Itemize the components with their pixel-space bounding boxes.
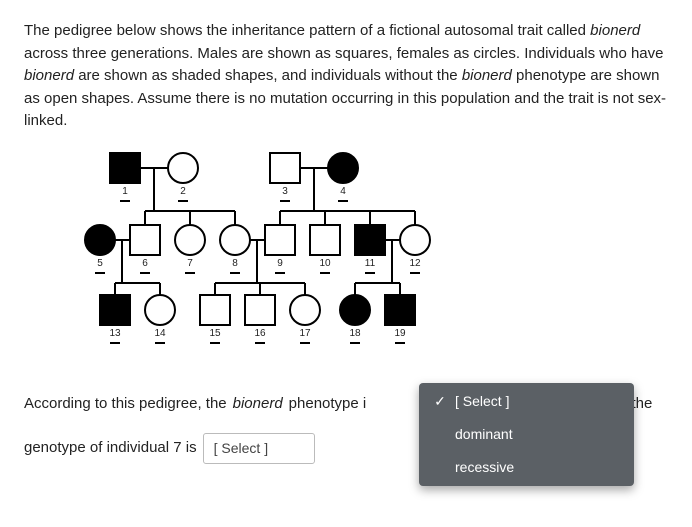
question-line-1: According to this pedigree, the bionerd … [24, 393, 668, 416]
intro-text-2: across three generations. Males are show… [24, 45, 664, 62]
check-icon: ✓ [433, 391, 447, 412]
dropdown-option-recessive[interactable]: recessive [419, 451, 634, 484]
label-5: 5 [97, 258, 103, 269]
intro-paragraph: The pedigree below shows the inheritance… [24, 20, 668, 133]
dropdown-option-label-2: recessive [455, 457, 514, 478]
label-14: 14 [154, 328, 166, 339]
pedigree-diagram: 1 2 3 4 5 6 7 8 9 10 11 12 [60, 145, 668, 375]
label-13: 13 [109, 328, 121, 339]
q2-text-a: genotype of individual 7 is [24, 437, 197, 460]
intro-text-1: The pedigree below shows the inheritance… [24, 22, 590, 39]
trait-name-3: bionerd [462, 67, 512, 84]
dropdown-option-dominant[interactable]: dominant [419, 418, 634, 451]
label-12: 12 [409, 258, 421, 269]
trait-name-1: bionerd [590, 22, 640, 39]
q1-trait: bionerd [233, 393, 283, 416]
label-4: 4 [340, 186, 346, 197]
intro-text-3: are shown as shaded shapes, and individu… [74, 67, 462, 84]
label-6: 6 [142, 258, 148, 269]
dropdown-option-selected[interactable]: ✓ [ Select ] [419, 385, 634, 418]
select-placeholder: [ Select ] [214, 440, 268, 456]
label-2: 2 [180, 186, 186, 197]
q1-text-b: phenotype i [289, 393, 367, 416]
label-10: 10 [319, 258, 331, 269]
select-genotype[interactable]: [ Select ] [203, 433, 315, 464]
label-3: 3 [282, 186, 288, 197]
trait-name-2: bionerd [24, 67, 74, 84]
dropdown-selected-label: [ Select ] [455, 391, 509, 412]
label-17: 17 [299, 328, 311, 339]
dropdown-menu[interactable]: ✓ [ Select ] dominant recessive [419, 383, 634, 486]
label-18: 18 [349, 328, 361, 339]
q1-text-a: According to this pedigree, the [24, 393, 227, 416]
label-8: 8 [232, 258, 238, 269]
label-15: 15 [209, 328, 221, 339]
dropdown-option-label-1: dominant [455, 424, 513, 445]
label-1: 1 [122, 186, 128, 197]
label-16: 16 [254, 328, 266, 339]
label-7: 7 [187, 258, 193, 269]
label-9: 9 [277, 258, 283, 269]
label-11: 11 [365, 258, 376, 269]
label-19: 19 [394, 328, 406, 339]
